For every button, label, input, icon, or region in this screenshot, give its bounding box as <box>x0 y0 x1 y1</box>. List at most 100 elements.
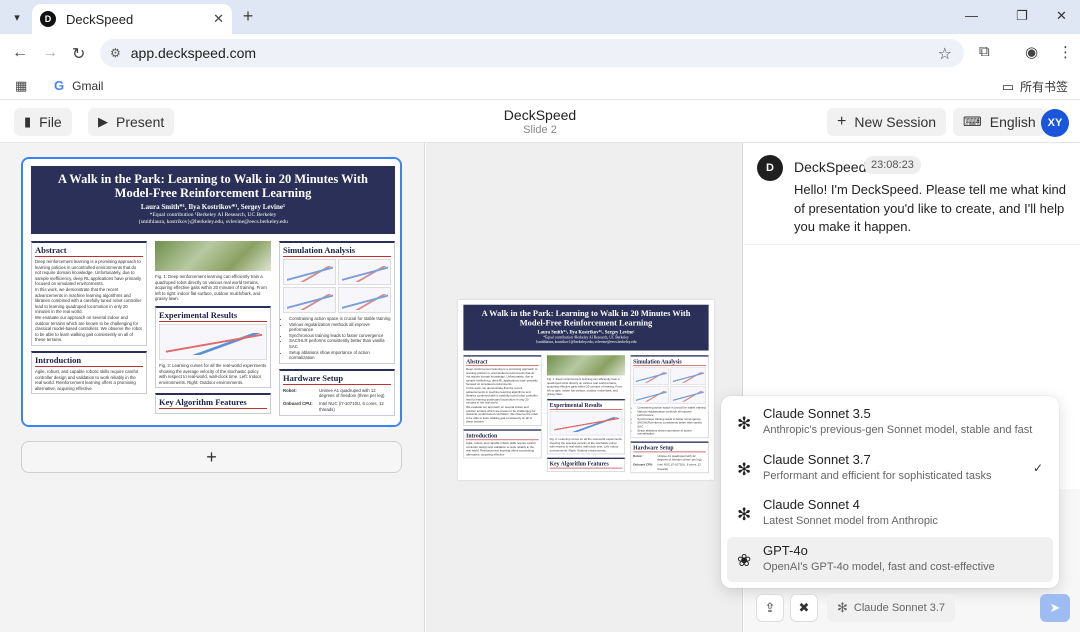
extensions-puzzle-icon[interactable]: ⧉ <box>979 43 990 60</box>
url-text[interactable]: app.deckspeed.com <box>131 45 256 61</box>
model-selector-button[interactable]: ✻ Claude Sonnet 3.7 <box>827 594 956 622</box>
simulation-plots-grid <box>633 367 706 404</box>
tools-icon: ✖ <box>798 600 810 615</box>
poster-affiliation: *Equal contribution ¹Berkeley AI Researc… <box>543 335 629 340</box>
model-option-claude-sonnet-3-5[interactable]: ✻ Claude Sonnet 3.5 Anthropic's previous… <box>727 400 1053 446</box>
reload-icon[interactable]: ↻ <box>72 44 85 64</box>
app-header: ▮ File ▶ Present DeckSpeed Slide 2 + New… <box>0 101 1080 143</box>
sim-bullet: Setup ablations show importance of actio… <box>289 350 391 361</box>
upload-icon: ⇪ <box>764 600 776 615</box>
hw-onboard-value: Intel NUC (i7-10710U, 6 cores, 12 thread… <box>657 462 702 471</box>
poster-column-3: Simulation Analysis Constraining action … <box>279 241 395 421</box>
new-session-label: New Session <box>854 114 937 130</box>
hw-robot-label: Robot: <box>633 454 643 458</box>
message-timestamp: 23:08:23 <box>864 156 921 174</box>
poster-experimental-results: Experimental Results Fig. 2: Learning cu… <box>546 399 626 455</box>
hw-heading: Hardware Setup <box>633 444 706 453</box>
selected-model-label: Claude Sonnet 3.7 <box>853 602 946 614</box>
model-option-gpt-4o[interactable]: ❀ GPT-4o OpenAI's GPT-4o model, fast and… <box>727 536 1053 582</box>
sim-bullet-list: Constraining action space is crucial for… <box>633 406 706 436</box>
language-label: English <box>989 114 1036 130</box>
hw-robot-label: Robot: <box>283 387 297 393</box>
tools-button[interactable]: ✖ <box>790 594 818 622</box>
new-session-button[interactable]: + New Session <box>827 108 947 136</box>
poster-algorithm-features: Key Algorithm Features <box>155 393 271 415</box>
close-tab-icon[interactable]: ✕ <box>213 11 224 27</box>
hw-heading: Hardware Setup <box>283 373 391 385</box>
fig1-caption: Fig. 1: Deep reinforcement learning can … <box>546 377 623 396</box>
exp-heading: Experimental Results <box>549 402 623 410</box>
intro-heading: Introduction <box>35 355 143 367</box>
user-avatar[interactable]: XY <box>1041 109 1069 137</box>
tab-title: DeckSpeed <box>66 11 134 27</box>
new-tab-plus-icon[interactable]: + <box>238 6 258 26</box>
plus-icon: + <box>837 113 847 130</box>
bookmarks-bar: ▦ G Gmail ▭ 所有书签 <box>0 72 1080 100</box>
poster-column-2: Fig. 1: Deep reinforcement learning can … <box>546 355 626 475</box>
poster-abstract: Abstract Deep reinforcement learning is … <box>31 241 147 346</box>
intro-heading: Introduction <box>466 432 539 441</box>
site-info-icon[interactable]: ⚙ <box>110 46 121 60</box>
all-bookmarks-folder[interactable]: ▭ 所有书签 <box>1002 78 1068 95</box>
message-text: Hello! I'm DeckSpeed. Please tell me wha… <box>794 182 1066 234</box>
apps-grid-icon[interactable]: ▦ <box>15 78 27 94</box>
hw-onboard-label: Onboard CPU: <box>283 400 313 406</box>
slide-list-panel: A Walk in the Park: Learning to Walk in … <box>0 143 425 632</box>
add-slide-button[interactable]: + <box>21 441 402 473</box>
restore-window-icon[interactable]: ❐ <box>1016 8 1028 24</box>
tab-search-dropdown-icon[interactable]: ▾ <box>6 6 28 28</box>
poster-column-2: Fig. 1: Deep reinforcement learning can … <box>155 241 271 419</box>
poster-abstract: Abstract Deep reinforcement learning is … <box>463 355 542 426</box>
model-description: Performant and efficient for sophisticat… <box>763 469 992 482</box>
hardware-table: Robot: Unitree A1 quadruped with 12 degre… <box>283 387 391 413</box>
bookmark-gmail[interactable]: G Gmail <box>54 78 103 93</box>
model-name: Claude Sonnet 3.7 <box>763 451 871 467</box>
poster-simulation-analysis: Simulation Analysis Constraining action … <box>630 355 709 438</box>
browser-tab[interactable]: D DeckSpeed ✕ <box>32 4 232 34</box>
intro-text: Agile, robust, and capable robotic skill… <box>35 368 138 391</box>
abstract-heading: Abstract <box>466 358 539 367</box>
hw-onboard-value: Intel NUC (i7-10710U, 6 cores, 12 thread… <box>319 400 384 412</box>
poster-introduction: Introduction Agile, robust, and capable … <box>463 429 542 459</box>
model-option-claude-sonnet-4[interactable]: ✻ Claude Sonnet 4 Latest Sonnet model fr… <box>727 491 1053 537</box>
upload-button[interactable]: ⇪ <box>756 594 784 622</box>
language-button[interactable]: ⌨ English <box>953 108 1046 136</box>
minimize-window-icon[interactable]: — <box>965 8 978 23</box>
sim-bullet: Various regularization methods all impro… <box>289 322 391 333</box>
hardware-table: Robot: Unitree A1 quadruped with 12 degre… <box>633 453 706 471</box>
bookmark-gmail-label: Gmail <box>72 78 104 93</box>
poster-introduction: Introduction Agile, robust, and capable … <box>31 350 147 395</box>
learning-curves-plot <box>159 323 267 360</box>
poster-affiliation: *Equal contribution ¹Berkeley AI Researc… <box>149 212 277 218</box>
claude-icon: ✻ <box>737 505 752 524</box>
bot-name: DeckSpeed <box>794 159 867 175</box>
poster-header: A Walk in the Park: Learning to Walk in … <box>463 304 709 351</box>
openai-icon: ❀ <box>737 550 752 570</box>
browser-menu-icon[interactable]: ⋮ <box>1058 43 1073 61</box>
folder-icon: ▭ <box>1001 78 1014 94</box>
slide-preview[interactable]: A Walk in the Park: Learning to Walk in … <box>458 300 714 480</box>
chat-message: D DeckSpeed 23:08:23 Hello! I'm DeckSpee… <box>744 143 1080 245</box>
poster-hardware-setup: Hardware Setup Robot: Unitree A1 quadrupe… <box>279 368 395 417</box>
address-bar[interactable]: ⚙ app.deckspeed.com ☆ <box>100 39 964 67</box>
profile-icon[interactable]: ◉ <box>1025 43 1038 61</box>
browser-toolbar: ← → ↻ ⚙ app.deckspeed.com ☆ ⧉ ◉ ⋮ <box>0 34 1080 72</box>
poster-emails: {smithlaura, kostrikov}@berkeley.edu, sv… <box>535 340 637 345</box>
sim-bullet: Setup ablations show importance of actio… <box>637 428 706 436</box>
bookmark-star-icon[interactable]: ☆ <box>938 44 952 64</box>
sim-heading: Simulation Analysis <box>633 358 706 367</box>
close-window-icon[interactable]: ✕ <box>1056 8 1067 24</box>
send-button[interactable]: ➤ <box>1040 594 1070 622</box>
sim-heading: Simulation Analysis <box>283 245 391 257</box>
fig2-caption: Fig. 2: Learning curves for all the real… <box>159 362 267 385</box>
slide-thumbnail[interactable]: A Walk in the Park: Learning to Walk in … <box>21 157 402 427</box>
intro-text: Agile, robust, and capable robotic skill… <box>466 441 536 457</box>
forward-arrow-icon[interactable]: → <box>42 44 58 62</box>
model-name: Claude Sonnet 3.5 <box>763 406 871 421</box>
model-option-claude-sonnet-3-7[interactable]: ✻ Claude Sonnet 3.7 Performant and effic… <box>727 446 1053 492</box>
poster-preview: A Walk in the Park: Learning to Walk in … <box>458 300 714 480</box>
back-arrow-icon[interactable]: ← <box>12 44 28 62</box>
poster-title: A Walk in the Park: Learning to Walk in … <box>58 172 368 200</box>
hw-robot-value: Unitree A1 quadruped with 12 degrees of … <box>319 387 385 399</box>
model-description: OpenAI's GPT-4o model, fast and cost-eff… <box>763 560 995 573</box>
